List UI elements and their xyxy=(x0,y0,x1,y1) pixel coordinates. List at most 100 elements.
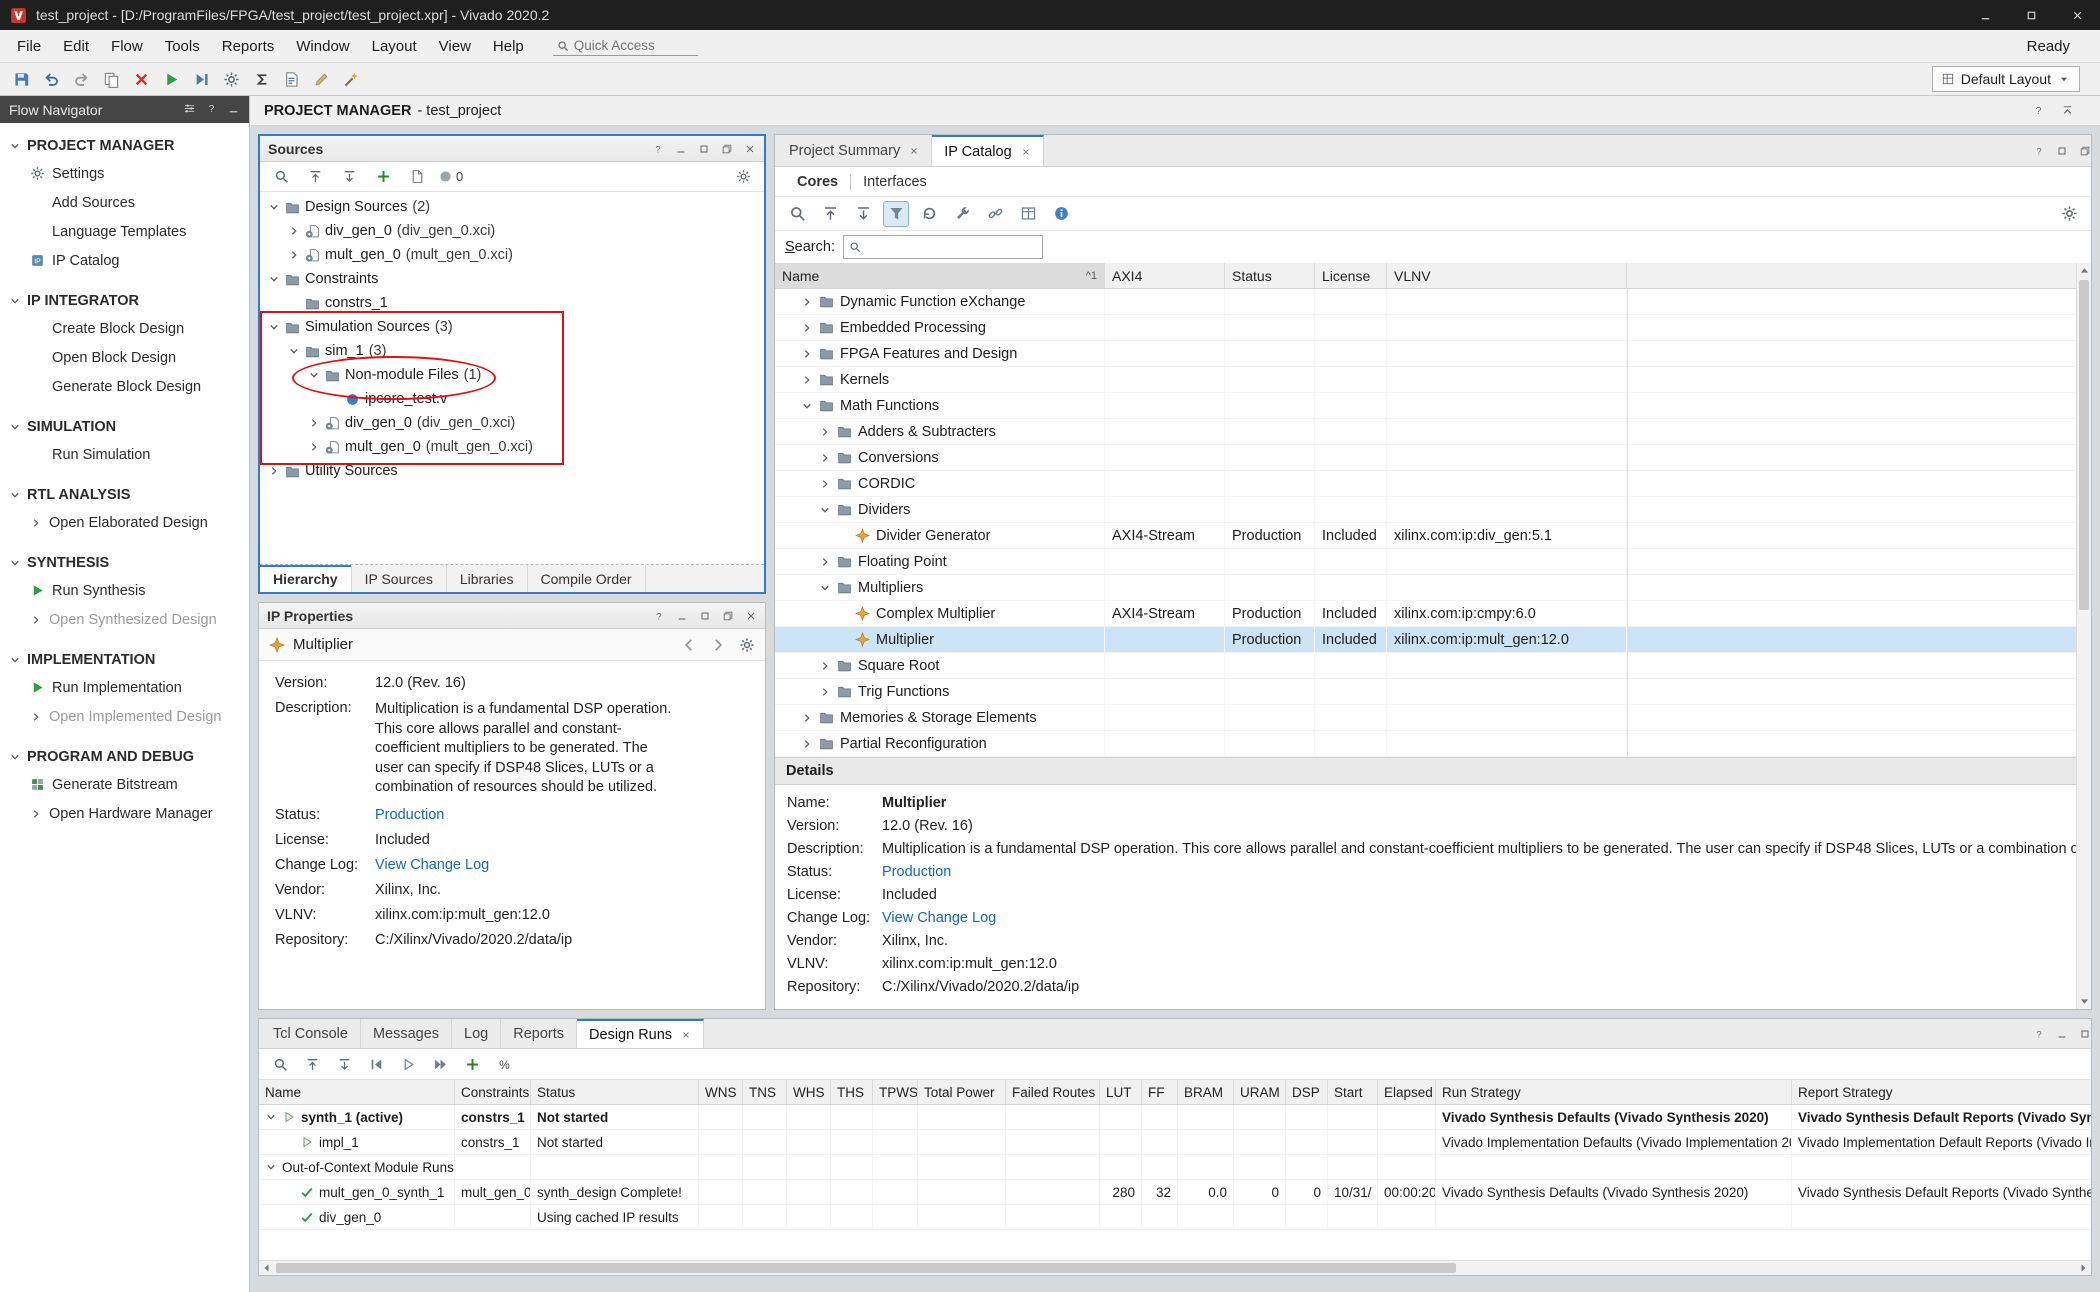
tab-reports[interactable]: Reports xyxy=(501,1019,577,1048)
tab-log[interactable]: Log xyxy=(452,1019,501,1048)
tab-design-runs[interactable]: Design Runs xyxy=(577,1019,704,1048)
chevron-down-icon[interactable] xyxy=(9,557,21,569)
property-value[interactable]: Production xyxy=(375,807,444,823)
flow-section-synthesis[interactable]: SYNTHESIS xyxy=(0,550,249,576)
help-icon[interactable]: ? xyxy=(2032,104,2045,117)
collapse-panel-icon[interactable] xyxy=(2061,104,2074,117)
chevron-down-icon[interactable] xyxy=(819,582,831,594)
source-tree-item[interactable]: div_gen_0 (div_gen_0.xci) xyxy=(260,411,764,435)
flow-item-open-synthesized-design[interactable]: Open Synthesized Design xyxy=(0,605,249,634)
catalog-row[interactable]: Multipliers xyxy=(775,575,2091,601)
maximize-icon[interactable] xyxy=(699,610,711,622)
quick-access-search[interactable] xyxy=(553,36,698,56)
source-tree-item[interactable]: sim_1 (3) xyxy=(260,339,764,363)
link-button[interactable] xyxy=(982,201,1008,227)
menu-layout[interactable]: Layout xyxy=(361,33,428,60)
close-button[interactable] xyxy=(2054,0,2100,30)
settings-gear-button[interactable] xyxy=(2056,201,2082,227)
gear-icon[interactable] xyxy=(739,637,755,653)
tab-libraries[interactable]: Libraries xyxy=(447,565,528,592)
chevron-right-icon[interactable] xyxy=(268,465,280,477)
tab-hierarchy[interactable]: Hierarchy xyxy=(260,565,352,592)
catalog-row[interactable]: Square Root xyxy=(775,653,2091,679)
source-tree-item[interactable]: Constraints xyxy=(260,267,764,291)
catalog-search-input-box[interactable] xyxy=(843,235,1043,259)
minimize-icon[interactable] xyxy=(2056,1028,2068,1040)
source-tree-item[interactable]: mult_gen_0 (mult_gen_0.xci) xyxy=(260,243,764,267)
search-button[interactable] xyxy=(269,165,293,189)
source-tree-item[interactable]: constrs_1 xyxy=(260,291,764,315)
scroll-up-icon[interactable] xyxy=(2077,263,2092,278)
filter-tree-button[interactable] xyxy=(883,201,909,227)
tab-tcl-console[interactable]: Tcl Console xyxy=(261,1019,361,1048)
scrollbar-thumb[interactable] xyxy=(2079,280,2089,610)
menu-reports[interactable]: Reports xyxy=(211,33,286,60)
catalog-row[interactable]: Memories & Storage Elements xyxy=(775,705,2091,731)
flow-section-simulation[interactable]: SIMULATION xyxy=(0,414,249,440)
source-tree-item[interactable]: Design Sources (2) xyxy=(260,195,764,219)
chevron-down-icon[interactable] xyxy=(9,295,21,307)
chevron-right-icon[interactable] xyxy=(308,441,320,453)
flow-item-run-synthesis[interactable]: Run Synthesis xyxy=(0,576,249,605)
menu-tools[interactable]: Tools xyxy=(154,33,211,60)
column-header-dsp[interactable]: DSP xyxy=(1286,1080,1328,1104)
tab-compile-order[interactable]: Compile Order xyxy=(528,565,646,592)
chevron-down-icon[interactable] xyxy=(819,504,831,516)
close-icon[interactable] xyxy=(681,1030,691,1040)
add-plus-button[interactable] xyxy=(371,165,395,189)
source-tree-item[interactable]: div_gen_0 (div_gen_0.xci) xyxy=(260,219,764,243)
catalog-row[interactable]: Complex MultiplierAXI4-StreamProductionI… xyxy=(775,601,2091,627)
column-header-tns[interactable]: TNS xyxy=(743,1080,787,1104)
scroll-right-icon[interactable] xyxy=(2076,1261,2091,1275)
catalog-row[interactable]: Partial Reconfiguration xyxy=(775,731,2091,757)
chevron-right-icon[interactable] xyxy=(801,712,813,724)
flow-item-generate-block-design[interactable]: Generate Block Design xyxy=(0,372,249,401)
wand-button[interactable] xyxy=(338,66,364,92)
flow-item-generate-bitstream[interactable]: Generate Bitstream xyxy=(0,770,249,799)
vertical-scrollbar[interactable] xyxy=(2076,263,2091,1009)
chevron-right-icon[interactable] xyxy=(801,296,813,308)
collapse-all-button[interactable] xyxy=(817,201,843,227)
column-header-axi4[interactable]: AXI4 xyxy=(1105,263,1225,288)
chevron-down-icon[interactable] xyxy=(9,751,21,763)
catalog-row[interactable]: Divider GeneratorAXI4-StreamProductionIn… xyxy=(775,523,2091,549)
close-icon[interactable] xyxy=(909,146,919,156)
maximize-icon[interactable] xyxy=(698,143,710,155)
column-header-start[interactable]: Start xyxy=(1328,1080,1378,1104)
table-button[interactable] xyxy=(1015,201,1041,227)
search-button[interactable] xyxy=(784,201,810,227)
column-header-elapsed[interactable]: Elapsed xyxy=(1378,1080,1436,1104)
column-header-status[interactable]: Status xyxy=(531,1080,699,1104)
column-header-tpws[interactable]: TPWS xyxy=(873,1080,918,1104)
flow-item-run-simulation[interactable]: Run Simulation xyxy=(0,440,249,469)
sigma-button[interactable] xyxy=(248,66,274,92)
gear-button[interactable] xyxy=(218,66,244,92)
maximize-icon[interactable] xyxy=(2079,1028,2091,1040)
settings-gear-button[interactable] xyxy=(731,165,755,189)
help-icon[interactable]: ? xyxy=(205,102,218,115)
minimize-icon[interactable] xyxy=(675,143,687,155)
play-outline-button[interactable] xyxy=(396,1052,420,1076)
catalog-row[interactable]: Floating Point xyxy=(775,549,2091,575)
menu-view[interactable]: View xyxy=(428,33,482,60)
restore-default-button[interactable] xyxy=(916,201,942,227)
layout-selector[interactable]: Default Layout xyxy=(1932,66,2080,92)
source-tree-item[interactable]: Non-module Files (1) xyxy=(260,363,764,387)
catalog-search-input[interactable] xyxy=(865,240,1037,255)
source-tree-item[interactable]: ipcore_test.v xyxy=(260,387,764,411)
flow-item-open-elaborated-design[interactable]: Open Elaborated Design xyxy=(0,508,249,537)
flow-section-project-manager[interactable]: PROJECT MANAGER xyxy=(0,133,249,159)
tab-ip-catalog[interactable]: IP Catalog xyxy=(932,135,1043,166)
column-header-license[interactable]: License xyxy=(1315,263,1387,288)
column-header-whs[interactable]: WHS xyxy=(787,1080,831,1104)
chevron-right-icon[interactable] xyxy=(801,322,813,334)
chevron-right-icon[interactable] xyxy=(801,348,813,360)
chevron-right-icon[interactable] xyxy=(819,556,831,568)
column-header-ff[interactable]: FF xyxy=(1142,1080,1178,1104)
add-plus-button[interactable] xyxy=(460,1052,484,1076)
file-info-button[interactable] xyxy=(405,165,429,189)
catalog-row[interactable]: Conversions xyxy=(775,445,2091,471)
source-tree-item[interactable]: mult_gen_0 (mult_gen_0.xci) xyxy=(260,435,764,459)
help-icon[interactable]: ? xyxy=(2033,1028,2045,1040)
chevron-right-icon[interactable] xyxy=(308,417,320,429)
